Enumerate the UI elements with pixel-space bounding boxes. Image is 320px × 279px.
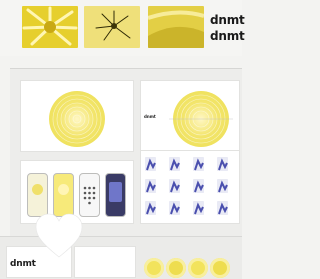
coin <box>166 258 186 278</box>
poster <box>217 179 228 193</box>
pattern-label: dnmt <box>144 114 156 119</box>
yellow-photo-1 <box>22 6 78 48</box>
yellow-photo-2 <box>84 6 140 48</box>
brand-line-2: dnmt <box>210 29 245 43</box>
brand-wordmark-bottom: dnmt <box>10 259 36 269</box>
phone-mockup-2 <box>53 173 74 217</box>
pattern-card-left <box>20 80 134 152</box>
poster <box>145 201 156 215</box>
radial-pattern <box>49 91 105 147</box>
coin <box>188 258 208 278</box>
yellow-photo-3 <box>148 6 204 48</box>
brand-line-1: dnmt <box>210 13 245 27</box>
poster <box>217 201 228 215</box>
coin <box>210 258 230 278</box>
poster-grid-card <box>140 150 240 224</box>
poster <box>193 201 204 215</box>
poster <box>193 157 204 171</box>
brand-wordmark-top: dnmt dnmt <box>210 12 245 44</box>
poster <box>145 179 156 193</box>
poster <box>217 157 228 171</box>
phone-mockup-3 <box>79 173 100 217</box>
phone-mockup-1 <box>27 173 48 217</box>
poster <box>145 157 156 171</box>
like-button[interactable] <box>34 212 84 260</box>
heart-icon <box>35 213 83 258</box>
coin <box>144 258 164 278</box>
poster <box>169 179 180 193</box>
poster <box>169 157 180 171</box>
poster <box>193 179 204 193</box>
poster <box>169 201 180 215</box>
coin-row <box>142 258 242 278</box>
phone-mockup-4 <box>105 173 126 217</box>
